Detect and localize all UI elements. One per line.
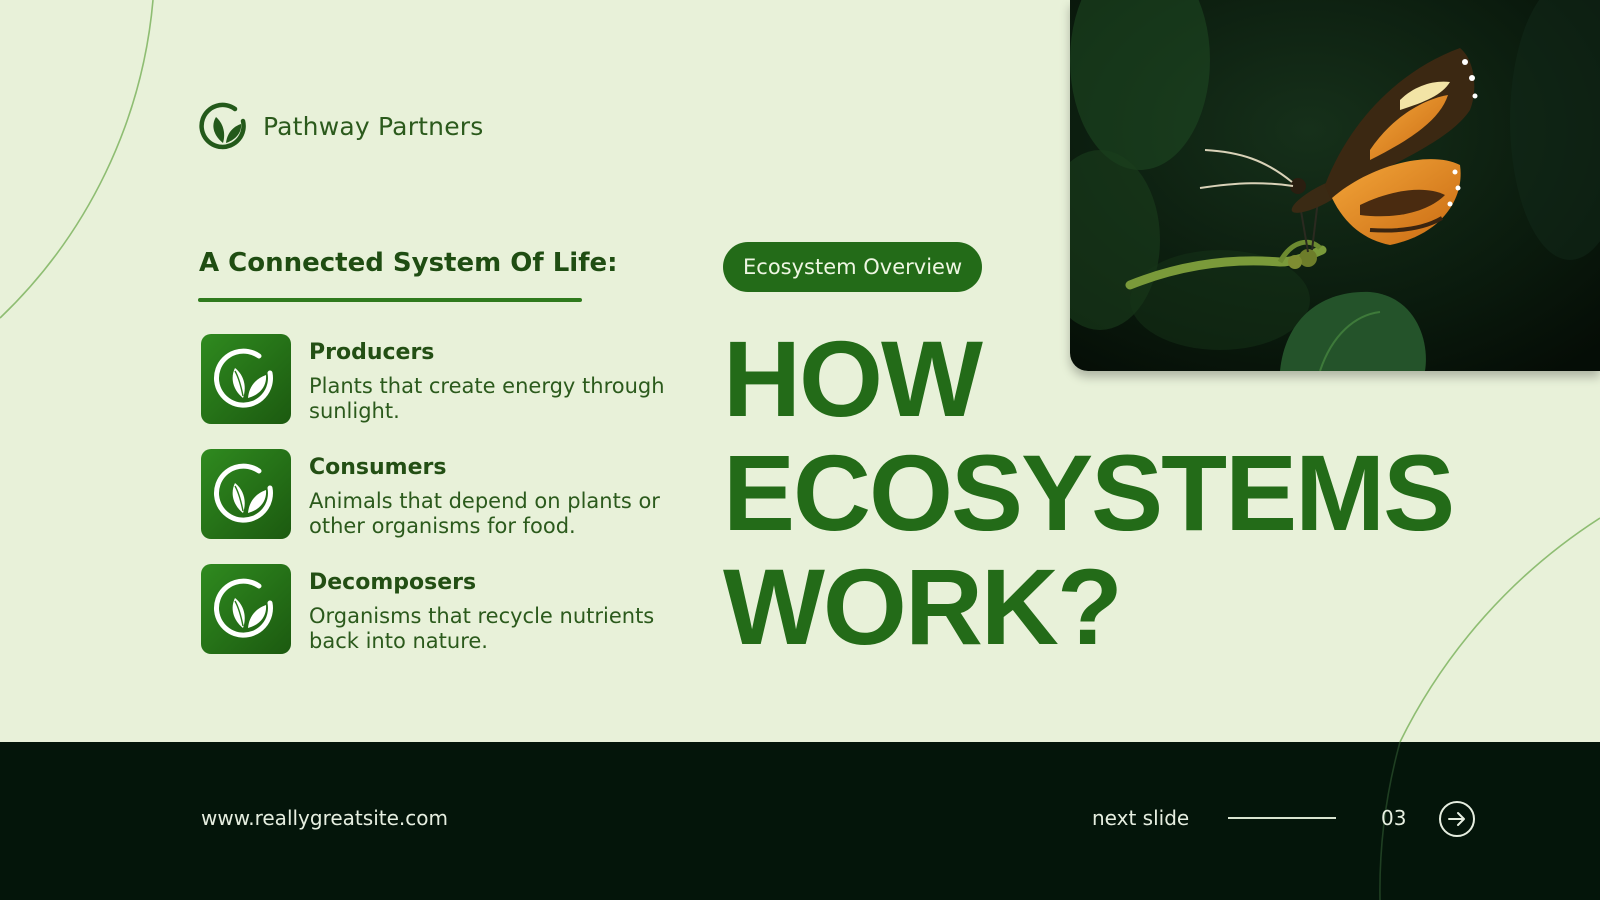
page-number: 03 [1381, 806, 1407, 830]
item-title: Producers [309, 340, 435, 365]
item-description: Animals that depend on plants or other o… [309, 489, 660, 538]
butterfly-photo [1070, 0, 1600, 371]
next-slide-button[interactable] [1438, 800, 1476, 838]
ecosystem-overview-badge: Ecosystem Overview [723, 242, 983, 292]
item-title: Decomposers [309, 570, 477, 595]
item-icon-box [201, 449, 291, 539]
list-item-decomposers: Decomposers Organisms that recycle nutri… [201, 564, 681, 654]
headline-line: WORK? [723, 546, 1123, 667]
item-description: Plants that create energy through sunlig… [309, 374, 665, 423]
headline: HOW ECOSYSTEMS WORK? [723, 322, 1543, 664]
list-item-consumers: Consumers Animals that depend on plants … [201, 449, 681, 539]
next-slide-label: next slide [1092, 806, 1190, 830]
leaf-icon [213, 348, 273, 408]
leaf-icon [213, 578, 273, 638]
item-description: Organisms that recycle nutrients back in… [309, 604, 655, 653]
leaf-icon [213, 463, 273, 523]
website-link[interactable]: www.reallygreatsite.com [201, 806, 448, 830]
item-icon-box [201, 564, 291, 654]
section-heading: A Connected System Of Life: [199, 248, 618, 278]
arrow-right-circle-icon [1439, 801, 1475, 837]
brand-name: Pathway Partners [263, 111, 484, 141]
item-icon-box [201, 334, 291, 424]
headline-line: ECOSYSTEMS [723, 432, 1455, 553]
heading-underline [198, 298, 582, 302]
brand: Pathway Partners [199, 100, 484, 152]
item-title: Consumers [309, 455, 447, 480]
divider-line [1228, 817, 1336, 819]
leaf-logo-icon [199, 102, 246, 150]
footer: www.reallygreatsite.com next slide 03 [0, 742, 1600, 900]
list-item-producers: Producers Plants that create energy thro… [201, 334, 681, 424]
